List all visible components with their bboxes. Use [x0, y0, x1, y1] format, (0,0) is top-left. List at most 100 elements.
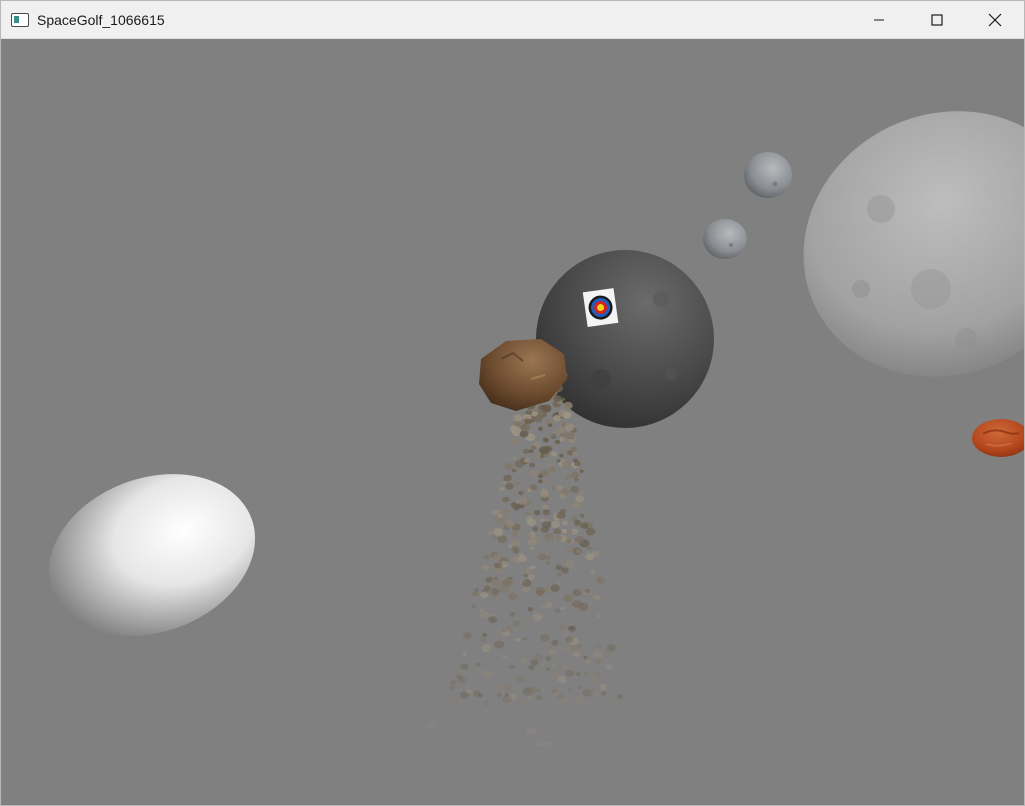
debris-particle: [528, 686, 538, 694]
debris-particle: [608, 698, 616, 705]
debris-particle: [520, 660, 526, 665]
debris-particle: [577, 685, 583, 690]
debris-particle: [577, 644, 582, 648]
close-button[interactable]: [966, 1, 1024, 38]
debris-particle: [548, 648, 557, 655]
debris-particle: [583, 655, 588, 660]
debris-particle: [505, 625, 514, 632]
debris-particle: [493, 528, 504, 536]
debris-particle: [536, 695, 543, 701]
debris-particle: [572, 589, 582, 597]
minimize-button[interactable]: [850, 1, 908, 38]
debris-particle: [519, 430, 529, 438]
debris-particle: [528, 449, 534, 453]
debris-particle: [563, 401, 573, 410]
debris-particle: [593, 671, 602, 678]
debris-particle: [582, 688, 593, 697]
debris-particle: [575, 672, 581, 676]
debris-particle: [518, 497, 528, 505]
debris-particle: [528, 574, 535, 580]
debris-particle: [573, 477, 580, 482]
debris-particle: [579, 513, 585, 518]
maximize-button[interactable]: [908, 1, 966, 38]
debris-particle: [595, 692, 600, 696]
debris-particle: [522, 637, 528, 641]
red-planet: [972, 419, 1024, 457]
debris-particle: [426, 721, 436, 729]
large-gray-moon: [803, 111, 1024, 377]
debris-particle: [510, 539, 521, 547]
title-bar[interactable]: SpaceGolf_1066615: [1, 1, 1024, 39]
debris-particle: [537, 553, 547, 561]
debris-particle: [571, 600, 582, 608]
debris-particle: [535, 589, 544, 597]
maximize-icon: [931, 13, 943, 26]
app-window-icon: [11, 12, 29, 27]
game-viewport[interactable]: [1, 39, 1024, 805]
debris-particle: [544, 518, 549, 522]
debris-particle: [497, 535, 507, 544]
debris-particle: [596, 614, 601, 618]
debris-particle: [592, 584, 598, 589]
debris-particle: [550, 433, 557, 438]
debris-particle: [561, 460, 571, 468]
debris-particle: [529, 462, 536, 468]
debris-particle: [563, 411, 572, 419]
debris-particle: [481, 644, 492, 653]
debris-particle: [563, 629, 569, 634]
debris-particle: [526, 518, 537, 526]
debris-particle: [518, 490, 524, 496]
debris-particle: [483, 700, 491, 707]
debris-particle: [509, 664, 515, 670]
debris-particle: [527, 538, 537, 546]
debris-particle: [528, 665, 535, 671]
debris-particle: [540, 633, 550, 642]
debris-particle: [501, 628, 507, 633]
debris-particle: [539, 446, 550, 455]
debris-particle: [518, 469, 523, 474]
debris-particle: [527, 410, 533, 414]
debris-particle: [571, 646, 580, 653]
debris-particle: [458, 676, 467, 684]
debris-particle: [462, 652, 467, 657]
debris-particle: [482, 632, 488, 637]
debris-particle: [465, 688, 473, 695]
debris-particle: [542, 437, 549, 443]
debris-particle: [617, 694, 623, 699]
debris-particle: [480, 611, 490, 619]
debris-particle: [551, 639, 559, 646]
debris-particle: [450, 679, 458, 685]
debris-particle: [601, 691, 607, 696]
dark-target-planet: [536, 250, 714, 428]
minimize-icon: [874, 19, 884, 20]
debris-particle: [593, 657, 603, 665]
debris-particle: [585, 659, 592, 665]
debris-particle: [566, 538, 572, 544]
debris-particle: [547, 423, 553, 428]
debris-particle: [559, 437, 565, 442]
debris-particle: [503, 509, 510, 515]
debris-particle: [503, 683, 512, 691]
debris-particle: [532, 526, 539, 532]
debris-particle: [471, 590, 479, 597]
window-title: SpaceGolf_1066615: [37, 11, 165, 28]
debris-particle: [554, 608, 561, 613]
debris-particle: [523, 573, 529, 578]
debris-particle: [511, 437, 522, 445]
debris-particle: [529, 469, 539, 478]
debris-particle: [529, 546, 535, 551]
debris-particle: [534, 510, 541, 516]
debris-particle: [512, 456, 517, 460]
debris-particle: [511, 545, 519, 552]
debris-particle: [502, 496, 510, 503]
debris-particle: [503, 474, 512, 482]
debris-particle: [538, 479, 543, 484]
debris-particle: [540, 526, 550, 533]
debris-particle: [593, 650, 603, 659]
debris-particle: [512, 620, 521, 627]
debris-particle: [554, 439, 561, 445]
debris-particle: [504, 693, 509, 697]
debris-particle: [518, 697, 529, 706]
debris-particle: [548, 466, 556, 473]
debris-particle: [550, 584, 560, 592]
